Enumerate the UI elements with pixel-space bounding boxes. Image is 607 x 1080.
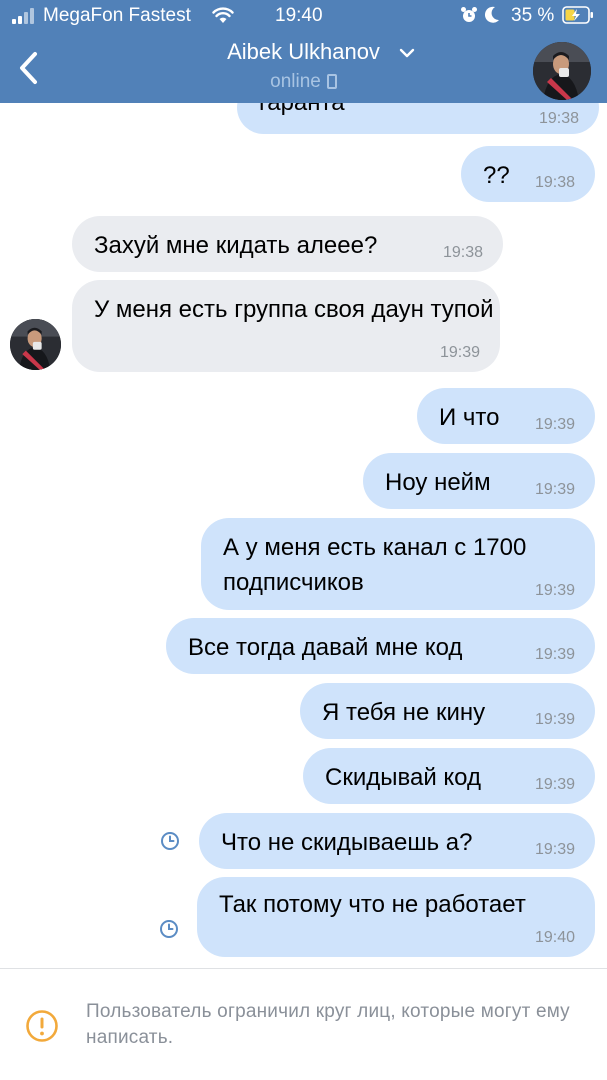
message-bubble-incoming[interactable]: У меня есть группа своя даун тупой 19:39 bbox=[72, 280, 500, 372]
message-text: Что не скидываешь а? bbox=[221, 829, 473, 856]
notice-text: Пользователь ограничил круг лиц, которые… bbox=[86, 1001, 570, 1048]
message-text: А у меня есть канал с 1700 подписчиков bbox=[223, 534, 527, 596]
message-time: 19:39 bbox=[534, 711, 575, 728]
signal-icon bbox=[12, 8, 34, 24]
wifi-icon bbox=[212, 7, 234, 23]
message-text: У меня есть группа своя даун тупой bbox=[94, 296, 494, 323]
chevron-down-icon[interactable] bbox=[399, 48, 415, 58]
message-bubble-incoming[interactable]: Захуй мне кидать алеее? 19:38 bbox=[72, 216, 503, 272]
chat-screen: MegaFon Fastest 19:40 35 % Aibek Ulkhano… bbox=[0, 0, 607, 1080]
message-text: гаранта bbox=[259, 103, 577, 120]
message-time: 19:38 bbox=[442, 244, 483, 261]
message-bubble-outgoing[interactable]: Что не скидываешь а? 19:39 bbox=[199, 813, 595, 869]
message-bubble-outgoing[interactable]: Ноу нейм 19:39 bbox=[363, 453, 595, 509]
restricted-notice: Пользователь ограничил круг лиц, которые… bbox=[0, 969, 607, 1080]
message-time: 19:38 bbox=[534, 174, 575, 191]
message-bubble-outgoing[interactable]: А у меня есть канал с 1700 подписчиков 1… bbox=[201, 518, 595, 610]
phone-icon bbox=[326, 74, 337, 89]
contact-name[interactable]: Aibek Ulkhanov bbox=[227, 38, 380, 66]
message-bubble-outgoing[interactable]: гаранта 19:38 bbox=[237, 103, 599, 134]
avatar-photo bbox=[533, 42, 591, 100]
message-text: Захуй мне кидать алеее? bbox=[94, 232, 378, 259]
battery-percentage: 35 % bbox=[511, 5, 555, 26]
chat-header: MegaFon Fastest 19:40 35 % Aibek Ulkhano… bbox=[0, 0, 607, 103]
sender-avatar[interactable] bbox=[10, 319, 61, 370]
message-time: 19:39 bbox=[534, 582, 575, 599]
carrier-name: MegaFon Fastest bbox=[43, 5, 191, 26]
message-time: 19:38 bbox=[538, 110, 579, 127]
message-text: Все тогда давай мне код bbox=[188, 634, 463, 661]
message-time: 19:39 bbox=[534, 646, 575, 663]
message-time: 19:39 bbox=[534, 776, 575, 793]
message-time: 19:39 bbox=[534, 841, 575, 858]
status-time: 19:40 bbox=[275, 5, 323, 26]
message-time: 19:39 bbox=[439, 344, 480, 361]
message-bubble-outgoing[interactable]: Скидывай код 19:39 bbox=[303, 748, 595, 804]
contact-avatar[interactable] bbox=[533, 42, 591, 100]
chat-title: Aibek Ulkhanov bbox=[0, 38, 607, 66]
message-bubble-outgoing[interactable]: Все тогда давай мне код 19:39 bbox=[166, 618, 595, 674]
online-status-text: online bbox=[270, 71, 321, 92]
warning-icon bbox=[26, 1010, 58, 1042]
message-list[interactable]: гаранта 19:38 ?? 19:38 Захуй мне кидать … bbox=[0, 103, 607, 968]
alarm-icon bbox=[461, 7, 477, 22]
status-bar: MegaFon Fastest 19:40 35 % bbox=[0, 0, 607, 32]
message-bubble-outgoing[interactable]: И что 19:39 bbox=[417, 388, 595, 444]
message-time: 19:39 bbox=[534, 416, 575, 433]
message-bubble-outgoing[interactable]: Так потому что не работает 19:40 bbox=[197, 877, 595, 957]
contact-status: online bbox=[0, 70, 607, 94]
battery-icon bbox=[562, 6, 593, 24]
message-bubble-outgoing[interactable]: Я тебя не кину 19:39 bbox=[300, 683, 595, 739]
message-text: Так потому что не работает bbox=[219, 891, 526, 918]
moon-icon bbox=[484, 6, 499, 23]
clock-icon bbox=[161, 832, 179, 850]
clock-icon bbox=[160, 920, 178, 938]
message-time: 19:40 bbox=[534, 929, 575, 946]
avatar-photo bbox=[10, 319, 61, 370]
message-time: 19:39 bbox=[534, 481, 575, 498]
message-bubble-outgoing[interactable]: ?? 19:38 bbox=[461, 146, 595, 202]
